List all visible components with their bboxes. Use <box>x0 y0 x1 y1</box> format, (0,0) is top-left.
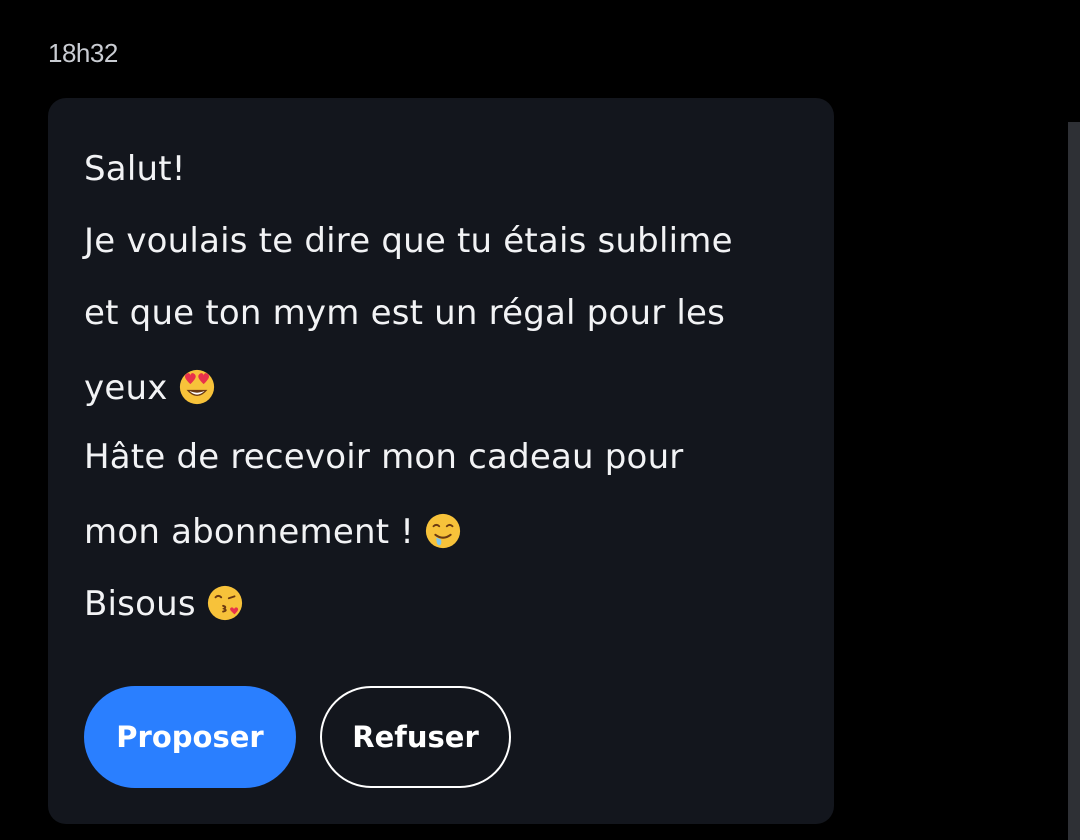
message-text: Je voulais te dire que tu étais sublime <box>84 221 733 261</box>
message-line: et que ton mym est un régal pour les <box>84 296 725 330</box>
message-text: Salut! <box>84 149 186 189</box>
message-text: Bisous <box>84 584 196 624</box>
heart-eyes-emoji-icon <box>179 369 214 405</box>
message-text: et que ton mym est un régal pour les <box>84 293 726 333</box>
message-timestamp: 18h32 <box>48 38 118 68</box>
message-line: Salut! <box>84 152 186 186</box>
message-bubble: Salut! Je voulais te dire que tu étais s… <box>48 98 834 824</box>
message-line: Bisous <box>84 584 244 622</box>
message-text: mon abonnement ! <box>84 512 415 552</box>
message-text: yeux <box>84 368 168 408</box>
scrollbar[interactable] <box>1068 122 1080 840</box>
message-line: yeux <box>84 368 216 406</box>
conversation-view: 18h32 Salut! Je voulais te dire que tu é… <box>0 0 1080 840</box>
kissing-face-emoji-icon <box>207 585 242 621</box>
refuse-button[interactable]: Refuser <box>320 686 511 788</box>
propose-button[interactable]: Proposer <box>84 686 296 788</box>
message-line: Je voulais te dire que tu étais sublime <box>84 224 733 258</box>
drooling-face-emoji-icon <box>425 513 461 549</box>
message-text: Hâte de recevoir mon cadeau pour <box>84 437 684 477</box>
message-line: mon abonnement ! <box>84 512 462 550</box>
message-line: Hâte de recevoir mon cadeau pour <box>84 440 684 474</box>
